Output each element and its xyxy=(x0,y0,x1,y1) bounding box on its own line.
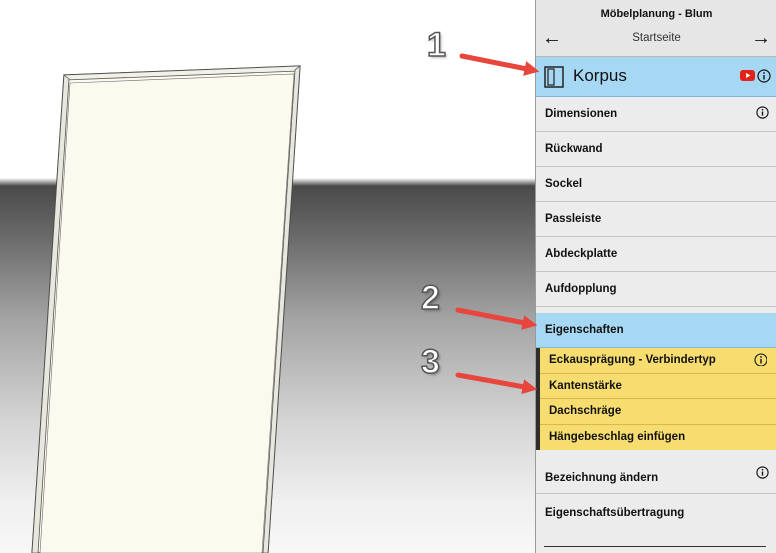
properties-panel: Möbelplanung - Blum ← Startseite → Korpu… xyxy=(535,0,776,553)
panel-bottom-divider xyxy=(544,546,766,547)
info-icon[interactable] xyxy=(756,466,769,479)
info-icon[interactable] xyxy=(756,106,769,119)
submenu-item-kantenstaerke[interactable]: Kantenstärke xyxy=(540,374,776,399)
menu-item-label: Aufdopplung xyxy=(545,283,617,295)
submenu-item-label: Hängebeschlag einfügen xyxy=(549,430,686,443)
menu-item-eigenschaften[interactable]: Eigenschaften xyxy=(536,313,776,348)
annotation-number-2: 2 xyxy=(420,279,440,317)
korpus-header[interactable]: Korpus xyxy=(536,57,776,97)
menu-item-rueckwand[interactable]: Rückwand xyxy=(536,132,776,167)
korpus-label: Korpus xyxy=(573,66,627,85)
submenu-item-label: Eckausprägung - Verbindertyp xyxy=(549,354,716,366)
annotation-number-3: 3 xyxy=(420,343,440,381)
menu-item-eigenschaftsuebertragung[interactable]: Eigenschaftsübertragung xyxy=(536,494,776,536)
info-icon[interactable] xyxy=(754,353,767,366)
menu-item-sockel[interactable]: Sockel xyxy=(536,167,776,202)
menu-item-passleiste[interactable]: Passleiste xyxy=(536,202,776,237)
submenu-item-eckauspraegung[interactable]: Eckausprägung - Verbindertyp xyxy=(540,348,776,374)
cabinet-panel-3d xyxy=(31,65,301,553)
menu-item-dimensionen[interactable]: Dimensionen xyxy=(536,97,776,132)
eigenschaften-submenu: Eckausprägung - Verbindertyp Kantenstärk… xyxy=(536,348,776,450)
menu-item-abdeckplatte[interactable]: Abdeckplatte xyxy=(536,237,776,272)
submenu-item-label: Kantenstärke xyxy=(549,379,622,392)
cabinet-icon xyxy=(544,66,564,88)
menu-item-bezeichnung-aendern[interactable]: Bezeichnung ändern xyxy=(536,458,776,494)
menu-item-label: Eigenschaftsübertragung xyxy=(545,507,685,519)
3d-viewport[interactable] xyxy=(0,0,535,553)
panel-header: Möbelplanung - Blum ← Startseite → xyxy=(536,0,776,57)
menu-item-label: Passleiste xyxy=(545,213,602,225)
breadcrumb-startseite[interactable]: Startseite xyxy=(536,32,776,44)
submenu-item-label: Dachschräge xyxy=(549,405,622,417)
menu-item-label: Abdeckplatte xyxy=(545,248,618,260)
forward-arrow-icon[interactable]: → xyxy=(751,28,771,48)
submenu-item-dachschraege[interactable]: Dachschräge xyxy=(540,399,776,425)
menu-item-label: Rückwand xyxy=(545,143,603,155)
menu-item-label: Eigenschaften xyxy=(545,324,624,336)
youtube-icon[interactable] xyxy=(740,70,755,81)
info-icon[interactable] xyxy=(757,69,771,83)
annotation-number-1: 1 xyxy=(426,26,446,64)
menu-item-label: Dimensionen xyxy=(545,108,618,120)
menu-item-aufdopplung[interactable]: Aufdopplung xyxy=(536,272,776,307)
app-title: Möbelplanung - Blum xyxy=(600,8,713,20)
submenu-item-haengebeschlag[interactable]: Hängebeschlag einfügen xyxy=(540,425,776,451)
menu-item-label: Bezeichnung ändern xyxy=(545,472,659,484)
menu-item-label: Sockel xyxy=(545,178,583,190)
